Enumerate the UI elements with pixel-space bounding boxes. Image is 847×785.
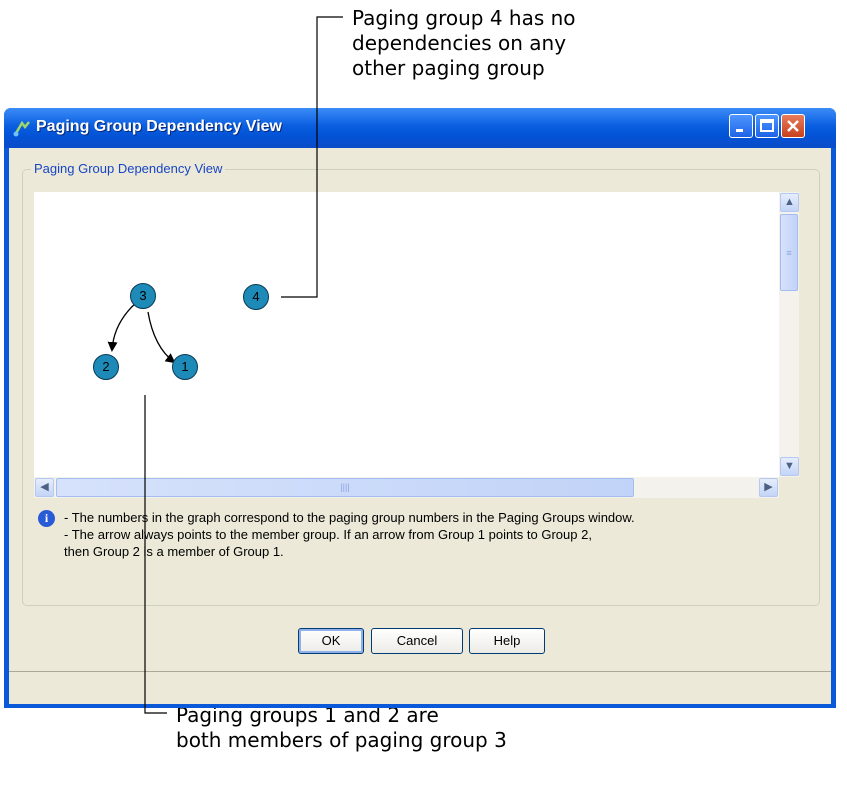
close-button[interactable] — [781, 114, 805, 138]
graph-node-4[interactable]: 4 — [243, 284, 269, 310]
dependency-view-window: Paging Group Dependency View Paging Grou… — [4, 108, 836, 708]
maximize-icon — [760, 119, 774, 132]
vertical-scroll-thumb[interactable]: ≡ — [780, 214, 798, 291]
info-line-1: - The numbers in the graph correspond to… — [64, 510, 635, 525]
title-bar[interactable]: Paging Group Dependency View — [4, 108, 836, 148]
info-icon: i — [38, 510, 55, 527]
groupbox-label: Paging Group Dependency View — [31, 161, 226, 176]
callout-members-note: Paging groups 1 and 2 are both members o… — [176, 703, 507, 752]
graph-node-3[interactable]: 3 — [130, 283, 156, 309]
ok-button[interactable]: OK — [298, 628, 364, 654]
scroll-up-arrow-icon[interactable]: ▲ — [780, 193, 799, 212]
vertical-scrollbar[interactable]: ▲ ≡ ▼ — [779, 192, 799, 477]
graph-node-1[interactable]: 1 — [172, 354, 198, 380]
scroll-right-arrow-icon[interactable]: ▶ — [759, 478, 778, 497]
callout-group4-note: Paging group 4 has no dependencies on an… — [352, 6, 576, 80]
app-icon — [13, 120, 30, 137]
info-line-2: - The arrow always points to the member … — [64, 527, 592, 542]
graph-node-2[interactable]: 2 — [93, 354, 119, 380]
window-title: Paging Group Dependency View — [36, 118, 282, 135]
horizontal-scroll-thumb[interactable]: |||| — [56, 478, 634, 497]
graph-canvas[interactable]: 3 4 2 1 — [34, 192, 779, 477]
edge-3-to-2 — [107, 301, 138, 352]
scroll-corner — [779, 477, 799, 498]
status-bar — [9, 671, 831, 704]
help-button[interactable]: Help — [469, 628, 545, 654]
minimize-button[interactable] — [729, 114, 753, 138]
edge-3-to-1 — [147, 311, 176, 364]
cancel-button[interactable]: Cancel — [371, 628, 463, 654]
window-client-area: Paging Group Dependency View 3 4 2 1 ▲ ≡… — [9, 148, 831, 704]
minimize-icon — [736, 129, 743, 132]
maximize-button[interactable] — [755, 114, 779, 138]
close-icon — [787, 120, 799, 132]
info-line-3: then Group 2 is a member of Group 1. — [64, 544, 284, 559]
horizontal-scrollbar[interactable]: ◀ |||| ▶ — [34, 477, 779, 498]
graph-edges — [107, 301, 176, 364]
scroll-down-arrow-icon[interactable]: ▼ — [780, 457, 799, 476]
scroll-left-arrow-icon[interactable]: ◀ — [35, 478, 54, 497]
